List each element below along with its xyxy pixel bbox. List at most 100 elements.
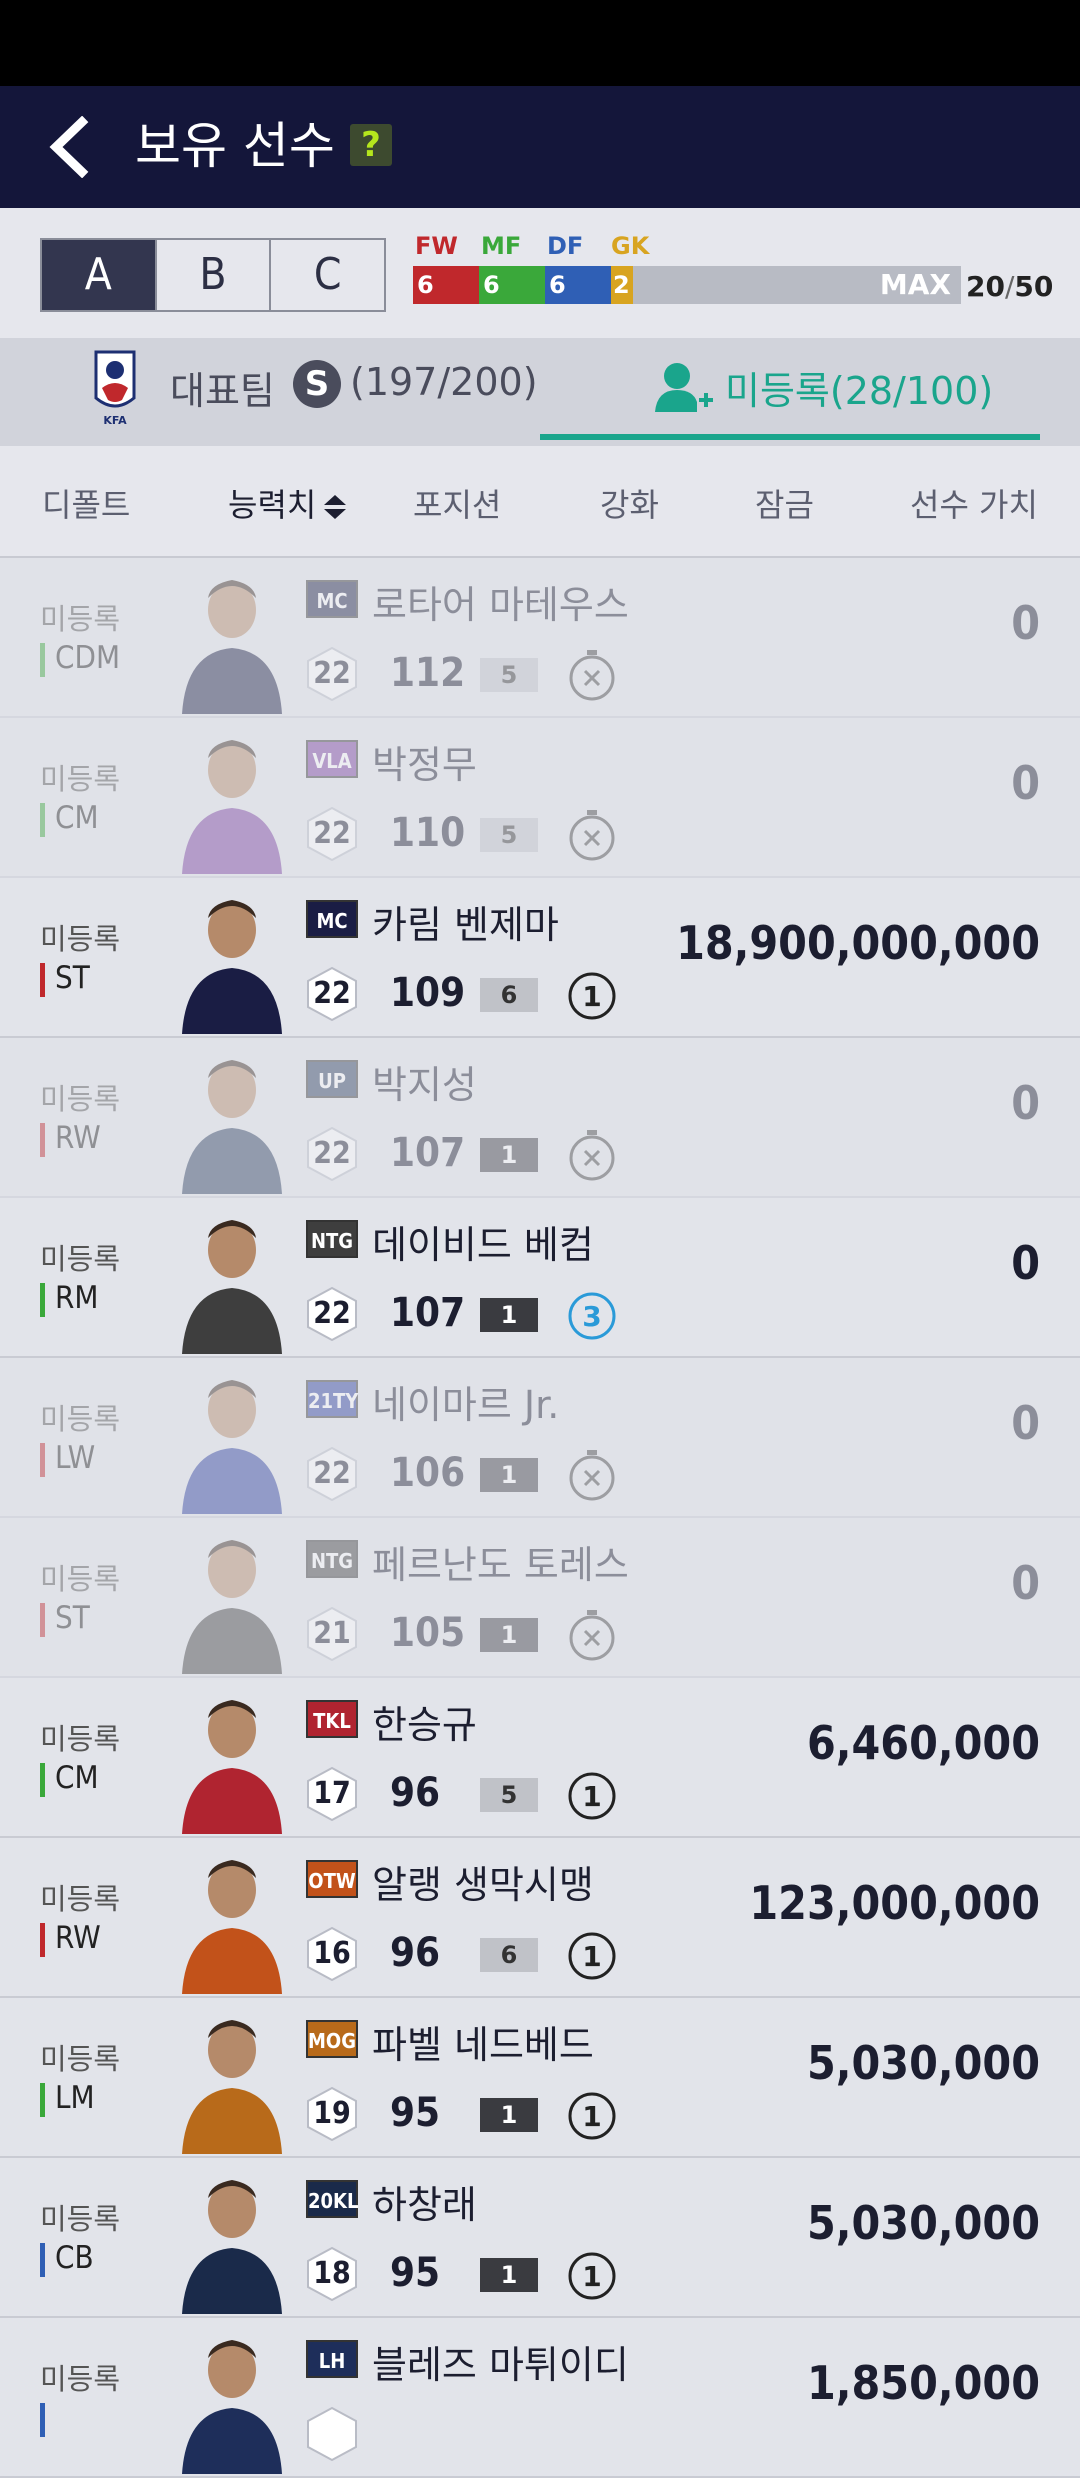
- overall-rating: 112: [390, 650, 466, 696]
- registration-status: 미등록: [40, 602, 121, 636]
- trade-count: 1: [582, 2100, 601, 2133]
- position-color-bar: [40, 1442, 45, 1477]
- registration-status: 미등록: [40, 1722, 121, 1756]
- player-name: 박정무: [372, 743, 477, 787]
- season-badge: OTW: [306, 1860, 358, 1898]
- position-color-bar: [40, 2402, 45, 2437]
- registration-status: 미등록: [40, 1882, 121, 1916]
- level-badge: 21: [306, 1606, 358, 1662]
- sort-caret-icon: [324, 495, 347, 519]
- sort-lock[interactable]: 잠금: [755, 480, 814, 526]
- trade-count: 1: [582, 2260, 601, 2293]
- player-name: 데이비드 베컴: [372, 1223, 594, 1267]
- trade-count-icon: 1: [568, 1772, 616, 1820]
- gk-label: GK: [611, 232, 650, 260]
- overall-rating: 110: [390, 810, 466, 856]
- overall-rating: 106: [390, 1450, 466, 1496]
- player-portrait: [182, 580, 282, 714]
- player-row[interactable]: 미등록 ST MC 카림 벤제마 22 109 6 1 18,900,000,000: [0, 878, 1080, 1038]
- upgrade-level: 1: [480, 1298, 538, 1332]
- position-text: CDM: [55, 640, 121, 676]
- national-team-count: (197/200): [350, 360, 538, 404]
- player-row[interactable]: 미등록 CM TKL 한승규 17 96 5 1 6,460,000: [0, 1678, 1080, 1838]
- trade-count-icon: 1: [568, 2092, 616, 2140]
- sort-position[interactable]: 포지션: [413, 480, 501, 526]
- no-trade-icon: [569, 1450, 615, 1501]
- registration-status: 미등록: [40, 1402, 121, 1436]
- player-portrait: [182, 2180, 282, 2314]
- header: 보유 선수 ?: [0, 86, 1080, 208]
- player-row[interactable]: 미등록 LH 블레즈 마튀이디 1,850,000: [0, 2318, 1080, 2478]
- player-row[interactable]: 미등록 CDM MC 로타어 마테우스 22 112 5 0: [0, 558, 1080, 718]
- season-badge: UP: [306, 1060, 358, 1098]
- position-color-bar: [40, 802, 45, 837]
- squad-capacity-bar: 6 6 6 2 MAX: [413, 266, 961, 304]
- upgrade-level: 1: [480, 1458, 538, 1492]
- level-badge: 22: [306, 1446, 358, 1502]
- position-text: LW: [55, 1440, 96, 1476]
- team-tabs: KFA 대표팀 S (197/200) 미등록(28/100): [0, 338, 1080, 446]
- s-badge-icon: S: [293, 360, 341, 408]
- level-value: 22: [313, 816, 351, 851]
- back-icon[interactable]: [42, 116, 102, 178]
- season-badge: MC: [306, 900, 358, 938]
- level-value: 17: [313, 1776, 351, 1811]
- mf-count: 6: [479, 266, 545, 304]
- player-portrait: [182, 1860, 282, 1994]
- player-value: 6,460,000: [806, 1716, 1040, 1770]
- tab-national-team[interactable]: 대표팀: [170, 360, 275, 415]
- level-badge: [306, 2406, 358, 2462]
- sort-default[interactable]: 디폴트: [42, 480, 130, 526]
- position-text: RM: [55, 1280, 99, 1316]
- level-badge: 19: [306, 2086, 358, 2142]
- level-badge: 22: [306, 966, 358, 1022]
- sort-ability[interactable]: 능력치: [228, 480, 348, 526]
- player-row[interactable]: 미등록 RW UP 박지성 22 107 1 0: [0, 1038, 1080, 1198]
- player-row[interactable]: 미등록 ST NTG 페르난도 토레스 21 105 1 0: [0, 1518, 1080, 1678]
- squad-tab-b[interactable]: B: [157, 240, 272, 310]
- trade-count: 1: [582, 1940, 601, 1973]
- position-color-bar: [40, 1762, 45, 1797]
- player-name: 블레즈 마튀이디: [372, 2343, 629, 2387]
- help-button[interactable]: ?: [350, 124, 392, 166]
- player-portrait: [182, 1380, 282, 1514]
- player-name: 박지성: [372, 1063, 477, 1107]
- player-row[interactable]: 미등록 LM MOG 파벨 네드베드 19 95 1 1 5,030,000: [0, 1998, 1080, 2158]
- squad-count-total: 50: [1014, 270, 1054, 303]
- gk-count: 2: [611, 266, 633, 304]
- player-value: 5,030,000: [806, 2036, 1040, 2090]
- position-color-bar: [40, 1282, 45, 1317]
- squad-tab-c[interactable]: C: [271, 240, 384, 310]
- position-tag: CB: [40, 2240, 94, 2277]
- player-row[interactable]: 미등록 CB 20KL 하창래 18 95 1 1 5,030,000: [0, 2158, 1080, 2318]
- kfa-logo-icon: KFA: [94, 350, 136, 427]
- player-name: 한승규: [372, 1703, 477, 1747]
- page-title: 보유 선수: [135, 117, 335, 175]
- position-color-bar: [40, 1922, 45, 1957]
- squad-tabs: A B C: [40, 238, 386, 312]
- player-row[interactable]: 미등록 RM NTG 데이비드 베컴 22 107 1 3 0: [0, 1198, 1080, 1358]
- position-text: RW: [55, 1120, 101, 1156]
- tab-unregistered[interactable]: 미등록(28/100): [540, 338, 1040, 446]
- squad-tab-a[interactable]: A: [42, 240, 157, 310]
- player-row[interactable]: 미등록 LW 21TY 네이마르 Jr. 22 106 1 0: [0, 1358, 1080, 1518]
- player-name: 로타어 마테우스: [372, 583, 629, 627]
- player-value: 0: [1011, 1236, 1040, 1290]
- add-user-icon: [655, 363, 713, 412]
- position-text: RW: [55, 1920, 101, 1956]
- player-value: 18,900,000,000: [676, 916, 1040, 970]
- upgrade-level: 1: [480, 2098, 538, 2132]
- player-name: 알랭 생막시맹: [372, 1863, 594, 1907]
- sort-upgrade[interactable]: 강화: [600, 480, 659, 526]
- registration-status: 미등록: [40, 1562, 121, 1596]
- overall-rating: 95: [390, 2090, 441, 2136]
- player-value: 123,000,000: [749, 1876, 1040, 1930]
- sort-player-value[interactable]: 선수 가치: [910, 480, 1038, 526]
- fw-label: FW: [415, 232, 458, 260]
- player-row[interactable]: 미등록 RW OTW 알랭 생막시맹 16 96 6 1 123,000,000: [0, 1838, 1080, 1998]
- position-tag: CM: [40, 800, 99, 837]
- trade-count: 3: [582, 1300, 601, 1333]
- level-badge: 16: [306, 1926, 358, 1982]
- player-row[interactable]: 미등록 CM VLA 박정무 22 110 5 0: [0, 718, 1080, 878]
- season-badge: LH: [306, 2340, 358, 2378]
